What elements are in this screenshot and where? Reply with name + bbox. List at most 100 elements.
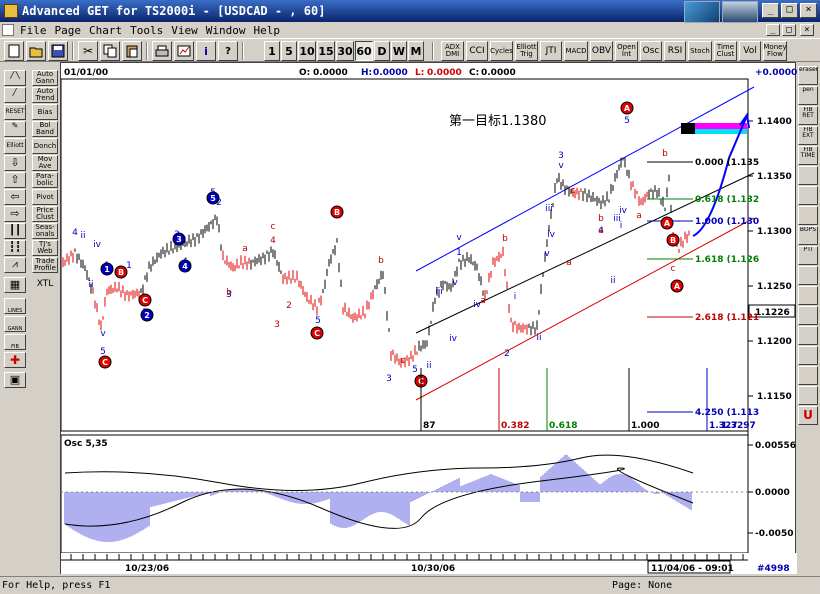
- menu-file[interactable]: File: [16, 24, 51, 37]
- indicator-time-clust-button[interactable]: Time Clust: [714, 41, 737, 61]
- arrow-right-icon: ⇨: [4, 206, 26, 222]
- tool-donch[interactable]: Elliott Donch: [4, 138, 58, 154]
- separator: [242, 42, 244, 60]
- menu-tools[interactable]: Tools: [126, 24, 167, 37]
- wave-label-red: B: [670, 236, 676, 245]
- period-monthly-button[interactable]: M: [408, 41, 424, 61]
- wave-circle-label: 4: [182, 262, 188, 271]
- right-tool-button[interactable]: [798, 266, 818, 285]
- tool-bol-band[interactable]: ✎ Bol Band: [4, 121, 58, 137]
- right-tool-button[interactable]: [798, 206, 818, 225]
- right-tool-button[interactable]: pen: [798, 86, 818, 105]
- right-tool-button[interactable]: [798, 326, 818, 345]
- mdi-restore-button[interactable]: □: [782, 24, 796, 36]
- paste-icon[interactable]: [122, 41, 142, 61]
- indicator-vol-button[interactable]: Vol: [739, 41, 761, 61]
- right-tool-button[interactable]: FIB EXT: [798, 126, 818, 145]
- right-tool-button[interactable]: [798, 186, 818, 205]
- tool-lines[interactable]: LINES: [4, 298, 26, 314]
- right-tool-button[interactable]: [798, 386, 818, 405]
- document-icon[interactable]: [2, 24, 14, 36]
- menu-view[interactable]: View: [167, 24, 202, 37]
- tool-trade-profile[interactable]: ⩘ Trade Profile: [4, 257, 58, 273]
- tool-mov-ave[interactable]: ⇩ Mov Ave: [4, 155, 58, 171]
- wave-label-red: b: [378, 256, 384, 266]
- menu-chart[interactable]: Chart: [85, 24, 126, 37]
- indicator-rsi-button[interactable]: RSI: [664, 41, 686, 61]
- logo-icon: [684, 1, 720, 23]
- close-button[interactable]: ×: [800, 3, 817, 18]
- tool-fib[interactable]: FIB: [4, 334, 26, 350]
- cut-icon[interactable]: ✂: [78, 41, 98, 61]
- maximize-button[interactable]: □: [781, 3, 798, 18]
- right-tool-button[interactable]: U: [798, 406, 818, 425]
- mdi-minimize-button[interactable]: _: [766, 24, 780, 36]
- right-tool-button[interactable]: [798, 286, 818, 305]
- menu-page[interactable]: Page: [51, 24, 86, 37]
- tool-gann[interactable]: GANN: [4, 316, 26, 332]
- wave-label-red: B: [118, 268, 124, 277]
- wave-label-blue: v: [456, 233, 462, 243]
- indicator-open-int-button[interactable]: Open Int: [615, 41, 638, 61]
- new-chart-icon[interactable]: [4, 41, 24, 61]
- period-daily-button[interactable]: D: [374, 41, 390, 61]
- right-tool-button[interactable]: FIB RET: [798, 106, 818, 125]
- indicator-macd-button[interactable]: MACD: [564, 41, 588, 61]
- tool-pivot[interactable]: ⇦ Pivot: [4, 189, 58, 205]
- tool-price-clust[interactable]: ⇨ Price Clust: [4, 206, 58, 222]
- tool-parabolic[interactable]: ⇧ Para- bolic: [4, 172, 58, 188]
- period-5-button[interactable]: 5: [281, 41, 297, 61]
- menu-help[interactable]: Help: [250, 24, 285, 37]
- print-icon[interactable]: [152, 41, 172, 61]
- info-icon[interactable]: i: [196, 41, 216, 61]
- save-icon[interactable]: [48, 41, 68, 61]
- period-10-button[interactable]: 10: [298, 41, 316, 61]
- tool-auto-trend[interactable]: ╱ Auto Trend: [4, 87, 58, 103]
- period-weekly-button[interactable]: W: [391, 41, 407, 61]
- indicator-elliott-trig-button[interactable]: Elliott Trig: [515, 41, 538, 61]
- help-icon[interactable]: ?: [218, 41, 238, 61]
- price-tick-label: 1.1150: [757, 392, 792, 402]
- right-tool-button[interactable]: [798, 366, 818, 385]
- indicator-money-flow-button[interactable]: Money Flow: [763, 41, 787, 61]
- tool-window[interactable]: ▣: [4, 372, 26, 388]
- right-tool-button[interactable]: [798, 166, 818, 185]
- indicator-osc-button[interactable]: Osc: [640, 41, 662, 61]
- copy-icon[interactable]: [100, 41, 120, 61]
- period-1-button[interactable]: 1: [264, 41, 280, 61]
- ohlc-low-label: L:: [415, 68, 424, 78]
- right-tool-button[interactable]: [798, 306, 818, 325]
- ohlc-low-value: 0.0000: [427, 68, 462, 78]
- period-30-button[interactable]: 30: [336, 41, 354, 61]
- right-tool-button[interactable]: FIB TIME: [798, 146, 818, 165]
- tool-bias[interactable]: RESET Bias: [4, 104, 58, 120]
- indicator-adx-dmi-button[interactable]: ADX DMI: [441, 41, 464, 61]
- indicator-stoch-button[interactable]: Stoch: [688, 41, 712, 61]
- right-tool-button[interactable]: PTI: [798, 246, 818, 265]
- right-tool-button[interactable]: [798, 346, 818, 365]
- minimize-button[interactable]: _: [762, 3, 779, 18]
- tool-crosshair[interactable]: ✚: [4, 352, 26, 368]
- tool-xtl[interactable]: ▦ XTL: [4, 277, 58, 293]
- indicator-obv-button[interactable]: OBV: [590, 41, 613, 61]
- time-fib-label: 1.000: [631, 421, 659, 431]
- indicator-cci-button[interactable]: CCI: [466, 41, 488, 61]
- indicator-cycles-button[interactable]: Cycles: [490, 41, 513, 61]
- chart-window[interactable]: 01/01/00 O: 0.0000 H: 0.0000 L: 0.0000 C…: [60, 62, 797, 575]
- indicator-jti-button[interactable]: JTI: [540, 41, 562, 61]
- right-tool-button[interactable]: eraser: [798, 66, 818, 85]
- menu-window[interactable]: Window: [202, 24, 250, 37]
- open-icon[interactable]: [26, 41, 46, 61]
- period-15-button[interactable]: 15: [317, 41, 335, 61]
- status-bar: For Help, press F1 Page: None: [0, 576, 820, 594]
- tool-seasonals[interactable]: ┃┃ Seas- onals: [4, 223, 58, 239]
- trading-tool-icon[interactable]: [722, 1, 758, 23]
- period-60-button[interactable]: 60: [355, 41, 373, 61]
- chart-properties-icon[interactable]: [174, 41, 194, 61]
- right-tool-button[interactable]: BOPS: [798, 226, 818, 245]
- status-help-text: For Help, press F1: [2, 580, 111, 591]
- mdi-close-button[interactable]: ×: [800, 24, 814, 36]
- tool-tjs-web[interactable]: ┇┇ TJ's Web: [4, 240, 58, 256]
- tool-auto-gann[interactable]: ╱╲ Auto Gann: [4, 70, 58, 86]
- price-chart[interactable]: 01/01/00 O: 0.0000 H: 0.0000 L: 0.0000 C…: [60, 63, 797, 575]
